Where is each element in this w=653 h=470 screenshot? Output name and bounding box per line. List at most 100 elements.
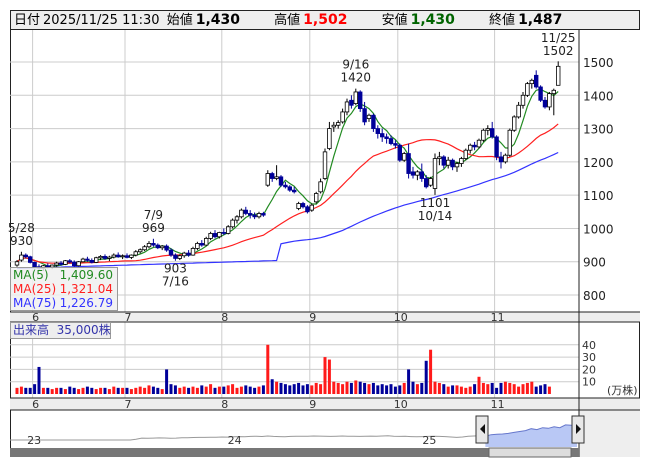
candle bbox=[63, 260, 68, 265]
candle bbox=[340, 111, 345, 123]
ma75-label: MA(75) bbox=[13, 296, 57, 310]
candle bbox=[265, 173, 270, 186]
volume-bar bbox=[429, 349, 433, 394]
candle bbox=[331, 124, 336, 128]
candle bbox=[102, 256, 108, 259]
candle bbox=[406, 153, 411, 174]
ma-line-5 bbox=[16, 88, 559, 268]
candle bbox=[27, 256, 33, 263]
volume-bar bbox=[508, 382, 512, 394]
candle bbox=[76, 261, 81, 267]
volume-bar bbox=[301, 385, 305, 394]
ma-line-75 bbox=[16, 151, 559, 269]
candle bbox=[516, 104, 521, 118]
candle bbox=[116, 254, 121, 258]
volume-bar bbox=[72, 387, 76, 394]
candle bbox=[384, 136, 389, 139]
volume-bar bbox=[376, 385, 380, 394]
volume-bar bbox=[59, 387, 63, 394]
candle bbox=[428, 178, 433, 186]
navigator-year-label: 24 bbox=[228, 434, 242, 447]
volume-bar bbox=[490, 382, 494, 394]
candle bbox=[19, 254, 24, 261]
month-label: 10 bbox=[394, 398, 408, 411]
candle bbox=[375, 128, 380, 134]
candle bbox=[335, 122, 341, 126]
candle bbox=[305, 206, 310, 213]
candle bbox=[195, 243, 200, 249]
volume-bar bbox=[19, 386, 23, 394]
volume-label: 出来高 bbox=[13, 323, 50, 337]
candle bbox=[503, 154, 508, 163]
volume-bar bbox=[539, 385, 543, 394]
candle bbox=[124, 255, 130, 258]
volume-bar bbox=[90, 387, 94, 394]
candle bbox=[419, 171, 424, 179]
navigator-year-label: 23 bbox=[27, 434, 41, 447]
low-value: 1,430 bbox=[410, 12, 455, 28]
candle bbox=[14, 261, 20, 266]
candle bbox=[190, 248, 196, 256]
candle bbox=[234, 216, 240, 221]
volume-legend: 出来高 35,000株 bbox=[10, 322, 111, 339]
candle bbox=[230, 219, 235, 228]
volume-bar bbox=[534, 386, 538, 394]
candle bbox=[472, 144, 477, 148]
low-label: 安値 bbox=[381, 13, 408, 28]
annotation-price: 1502 bbox=[543, 44, 574, 58]
volume-bar bbox=[81, 387, 85, 394]
annotation-date: 11/25 bbox=[541, 31, 576, 45]
candle bbox=[556, 65, 561, 86]
candle bbox=[212, 233, 218, 238]
ma25-label: MA(25) bbox=[13, 282, 57, 296]
candle bbox=[94, 257, 99, 263]
candle bbox=[507, 129, 512, 156]
volume-bar bbox=[464, 387, 468, 394]
volume-bar bbox=[226, 385, 230, 394]
candle bbox=[547, 93, 552, 108]
volume-bar bbox=[420, 382, 424, 394]
annotation-price: 969 bbox=[142, 221, 165, 235]
candle bbox=[445, 159, 451, 166]
candle bbox=[225, 226, 231, 234]
volume-bar bbox=[525, 382, 529, 394]
candle bbox=[432, 158, 438, 189]
volume-bar bbox=[213, 387, 217, 394]
candle bbox=[168, 249, 174, 256]
candle bbox=[181, 252, 187, 257]
candle bbox=[366, 114, 372, 119]
volume-bar bbox=[103, 387, 107, 394]
ma5-legend: MA(5) 1,409.60 bbox=[13, 268, 117, 282]
navigator-scrollbar-thumb[interactable] bbox=[488, 447, 572, 458]
annotation-date: 9/16 bbox=[342, 58, 369, 72]
candle bbox=[353, 91, 358, 105]
volume-bar bbox=[323, 357, 327, 394]
volume-bar bbox=[503, 381, 507, 394]
candle bbox=[459, 158, 464, 164]
candle bbox=[401, 153, 407, 161]
candle bbox=[221, 232, 226, 234]
volume-bar bbox=[415, 384, 419, 394]
candle bbox=[529, 79, 534, 85]
volume-bar bbox=[33, 384, 37, 394]
candle bbox=[278, 176, 284, 186]
volume-bar bbox=[121, 387, 125, 394]
candle bbox=[133, 251, 138, 256]
price-tick-label: 1300 bbox=[583, 123, 614, 137]
volume-bar bbox=[358, 381, 362, 394]
volume-unit: (万株) bbox=[607, 383, 638, 397]
candle bbox=[23, 254, 28, 258]
volume-bar bbox=[222, 386, 226, 394]
candle bbox=[441, 156, 446, 166]
navigator-year-label: 25 bbox=[422, 434, 436, 447]
volume-bar bbox=[530, 381, 534, 394]
volume-bar bbox=[446, 386, 450, 394]
candle bbox=[534, 74, 539, 88]
candle bbox=[489, 128, 495, 138]
volume-bar bbox=[455, 385, 459, 394]
volume-tick-label: 30 bbox=[582, 351, 596, 364]
volume-bar bbox=[209, 384, 213, 394]
volume-bar bbox=[37, 366, 41, 394]
volume-bar bbox=[481, 382, 485, 394]
candle bbox=[542, 99, 548, 108]
